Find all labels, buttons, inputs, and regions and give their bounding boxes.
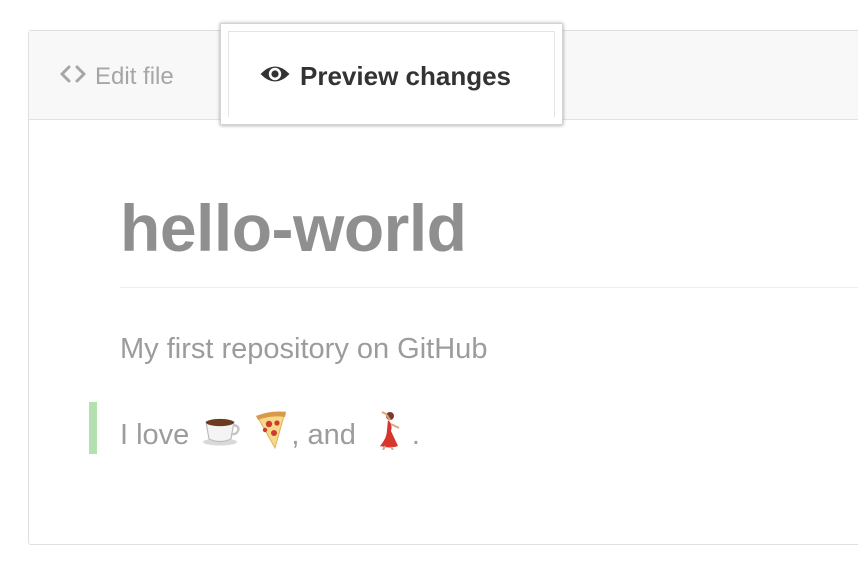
eye-icon	[259, 61, 291, 92]
repository-title: hello-world	[120, 191, 467, 265]
love-line-prefix: I love	[120, 418, 190, 451]
tab-edit-file[interactable]: Edit file	[59, 61, 174, 93]
love-line-middle: , and	[291, 418, 356, 451]
coffee-emoji	[201, 413, 241, 456]
love-line-suffix: .	[411, 418, 420, 451]
added-line-marker	[89, 402, 97, 454]
dancer-emoji	[372, 410, 410, 459]
tab-edit-file-label: Edit file	[95, 63, 174, 90]
code-icon	[59, 63, 87, 91]
title-divider	[120, 287, 858, 288]
tab-preview-changes[interactable]: Preview changes	[259, 58, 511, 94]
repository-description: My first repository on GitHub	[120, 333, 488, 365]
preview-content: hello-world My first repository on GitHu…	[29, 120, 858, 544]
tab-preview-changes-label: Preview changes	[300, 60, 511, 91]
pizza-emoji	[253, 410, 289, 459]
love-line: I love , and .	[120, 410, 420, 459]
page: Edit file hello-world My first repositor…	[0, 0, 858, 577]
